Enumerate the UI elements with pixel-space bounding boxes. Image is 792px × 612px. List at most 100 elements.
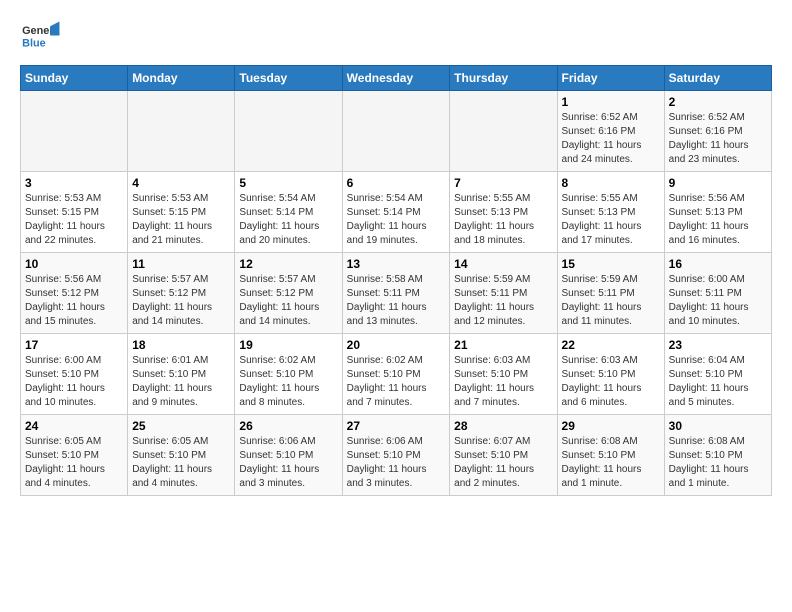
day-info: Sunset: 5:12 PM (132, 287, 230, 301)
day-info: Daylight: 11 hours and 18 minutes. (454, 220, 552, 248)
day-info: Daylight: 11 hours and 16 minutes. (669, 220, 767, 248)
day-cell: 5Sunrise: 5:54 AMSunset: 5:14 PMDaylight… (235, 172, 342, 253)
day-info: Sunrise: 6:08 AM (669, 435, 767, 449)
day-info: Sunset: 5:10 PM (562, 449, 660, 463)
day-cell: 24Sunrise: 6:05 AMSunset: 5:10 PMDayligh… (21, 415, 128, 496)
week-row-3: 10Sunrise: 5:56 AMSunset: 5:12 PMDayligh… (21, 253, 772, 334)
week-row-1: 1Sunrise: 6:52 AMSunset: 6:16 PMDaylight… (21, 91, 772, 172)
day-info: Daylight: 11 hours and 8 minutes. (239, 382, 337, 410)
day-info: Sunset: 5:11 PM (669, 287, 767, 301)
day-cell: 16Sunrise: 6:00 AMSunset: 5:11 PMDayligh… (664, 253, 771, 334)
day-cell (128, 91, 235, 172)
day-info: Daylight: 11 hours and 1 minute. (669, 463, 767, 491)
day-info: Daylight: 11 hours and 2 minutes. (454, 463, 552, 491)
header-saturday: Saturday (664, 66, 771, 91)
day-cell: 28Sunrise: 6:07 AMSunset: 5:10 PMDayligh… (450, 415, 557, 496)
day-info: Sunset: 5:10 PM (454, 449, 552, 463)
day-info: Sunrise: 6:03 AM (562, 354, 660, 368)
day-info: Daylight: 11 hours and 3 minutes. (347, 463, 446, 491)
day-cell: 29Sunrise: 6:08 AMSunset: 5:10 PMDayligh… (557, 415, 664, 496)
day-cell: 4Sunrise: 5:53 AMSunset: 5:15 PMDaylight… (128, 172, 235, 253)
day-info: Sunset: 5:10 PM (454, 368, 552, 382)
day-info: Sunset: 5:10 PM (347, 368, 446, 382)
day-cell: 8Sunrise: 5:55 AMSunset: 5:13 PMDaylight… (557, 172, 664, 253)
day-number: 15 (562, 257, 660, 271)
week-row-2: 3Sunrise: 5:53 AMSunset: 5:15 PMDaylight… (21, 172, 772, 253)
day-info: Sunset: 5:10 PM (239, 449, 337, 463)
day-cell: 15Sunrise: 5:59 AMSunset: 5:11 PMDayligh… (557, 253, 664, 334)
day-info: Sunrise: 6:05 AM (25, 435, 123, 449)
day-cell: 20Sunrise: 6:02 AMSunset: 5:10 PMDayligh… (342, 334, 450, 415)
day-info: Daylight: 11 hours and 24 minutes. (562, 139, 660, 167)
day-info: Sunrise: 6:04 AM (669, 354, 767, 368)
day-info: Daylight: 11 hours and 14 minutes. (239, 301, 337, 329)
day-info: Sunset: 5:14 PM (239, 206, 337, 220)
day-info: Sunset: 5:14 PM (347, 206, 446, 220)
day-info: Daylight: 11 hours and 11 minutes. (562, 301, 660, 329)
calendar-body: 1Sunrise: 6:52 AMSunset: 6:16 PMDaylight… (21, 91, 772, 496)
day-cell: 18Sunrise: 6:01 AMSunset: 5:10 PMDayligh… (128, 334, 235, 415)
day-info: Sunrise: 5:59 AM (454, 273, 552, 287)
header-tuesday: Tuesday (235, 66, 342, 91)
day-cell: 1Sunrise: 6:52 AMSunset: 6:16 PMDaylight… (557, 91, 664, 172)
day-cell (342, 91, 450, 172)
day-info: Sunset: 5:13 PM (454, 206, 552, 220)
day-info: Daylight: 11 hours and 1 minute. (562, 463, 660, 491)
day-info: Sunset: 5:10 PM (132, 368, 230, 382)
day-info: Daylight: 11 hours and 14 minutes. (132, 301, 230, 329)
calendar-header: SundayMondayTuesdayWednesdayThursdayFrid… (21, 66, 772, 91)
day-number: 10 (25, 257, 123, 271)
day-info: Sunset: 5:10 PM (562, 368, 660, 382)
day-number: 7 (454, 176, 552, 190)
day-info: Daylight: 11 hours and 6 minutes. (562, 382, 660, 410)
day-cell (450, 91, 557, 172)
day-cell: 6 Sunrise: 5:54 AMSunset: 5:14 PMDaylight… (342, 172, 450, 253)
day-number: 2 (669, 95, 767, 109)
day-cell: 13Sunrise: 5:58 AMSunset: 5:11 PMDayligh… (342, 253, 450, 334)
day-info: Sunrise: 5:55 AM (454, 192, 552, 206)
day-number: 27 (347, 419, 446, 433)
day-info: Sunrise: 5:57 AM (132, 273, 230, 287)
day-number: 19 (239, 338, 337, 352)
day-info: Sunrise: 6:03 AM (454, 354, 552, 368)
day-info: Daylight: 11 hours and 7 minutes. (347, 382, 446, 410)
page-header: General Blue (20, 20, 772, 55)
header-friday: Friday (557, 66, 664, 91)
day-number: 4 (132, 176, 230, 190)
day-info: Daylight: 11 hours and 4 minutes. (25, 463, 123, 491)
header-thursday: Thursday (450, 66, 557, 91)
day-info: Daylight: 11 hours and 10 minutes. (669, 301, 767, 329)
day-number: 9 (669, 176, 767, 190)
day-number: 30 (669, 419, 767, 433)
day-info: Sunset: 5:15 PM (132, 206, 230, 220)
day-info: Sunrise: 5:54 AM (347, 192, 446, 206)
day-number: 12 (239, 257, 337, 271)
day-cell: 10Sunrise: 5:56 AMSunset: 5:12 PMDayligh… (21, 253, 128, 334)
day-cell: 11 Sunrise: 5:57 AMSunset: 5:12 PMDayligh… (128, 253, 235, 334)
day-info: Sunrise: 5:58 AM (347, 273, 446, 287)
day-cell (235, 91, 342, 172)
day-info: Sunset: 6:16 PM (562, 125, 660, 139)
day-info: Sunrise: 5:56 AM (25, 273, 123, 287)
day-cell: 7 Sunrise: 5:55 AMSunset: 5:13 PMDaylight… (450, 172, 557, 253)
header-wednesday: Wednesday (342, 66, 450, 91)
day-number: 18 (132, 338, 230, 352)
week-row-5: 24Sunrise: 6:05 AMSunset: 5:10 PMDayligh… (21, 415, 772, 496)
day-cell: 22 Sunrise: 6:03 AMSunset: 5:10 PMDayligh… (557, 334, 664, 415)
day-info: Daylight: 11 hours and 7 minutes. (454, 382, 552, 410)
day-info: Sunrise: 6:06 AM (347, 435, 446, 449)
day-info: Sunrise: 6:00 AM (669, 273, 767, 287)
day-number: 11 (132, 257, 230, 271)
day-number: 22 (562, 338, 660, 352)
day-cell: 2Sunrise: 6:52 AMSunset: 6:16 PMDaylight… (664, 91, 771, 172)
day-info: Daylight: 11 hours and 3 minutes. (239, 463, 337, 491)
day-number: 8 (562, 176, 660, 190)
day-number: 6 (347, 176, 446, 190)
day-info: Sunset: 5:11 PM (562, 287, 660, 301)
day-info: Sunrise: 5:53 AM (25, 192, 123, 206)
day-info: Daylight: 11 hours and 19 minutes. (347, 220, 446, 248)
day-info: Sunset: 5:10 PM (239, 368, 337, 382)
calendar-table: SundayMondayTuesdayWednesdayThursdayFrid… (20, 65, 772, 496)
day-info: Sunrise: 6:06 AM (239, 435, 337, 449)
day-number: 24 (25, 419, 123, 433)
